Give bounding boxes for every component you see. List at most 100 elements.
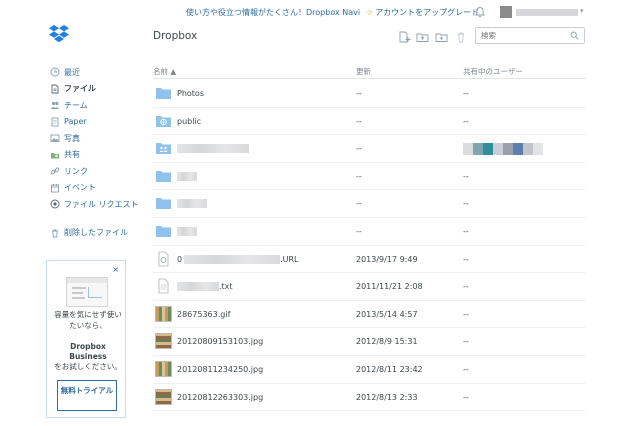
folder-icon (156, 198, 171, 210)
table-row[interactable]: -- -- (153, 163, 586, 191)
sidebar-item-label: リンク (64, 166, 88, 176)
sidebar-item-label: 最近 (64, 67, 80, 77)
file-modified: -- (356, 171, 362, 181)
table-row[interactable]: 20120811234250.jpg 2012/8/11 23:42 -- (153, 356, 586, 384)
upgrade-account-label: アカウントをアップグレード (375, 8, 480, 17)
file-name-redacted[interactable] (177, 226, 197, 236)
delete-icon[interactable] (454, 31, 468, 43)
table-row[interactable]: -- -- (153, 190, 586, 218)
file-name-redacted[interactable] (177, 171, 197, 181)
image-thumbnail-icon (155, 333, 172, 350)
sidebar-item-label: Paper (64, 117, 87, 127)
file-modified: -- (356, 226, 362, 236)
public-folder-icon (156, 115, 171, 127)
table-row[interactable]: public -- -- (153, 108, 586, 136)
image-thumbnail-icon (155, 388, 172, 405)
file-name[interactable]: 28675363.gif (177, 310, 230, 319)
sidebar-item-file-requests[interactable]: ファイル リクエスト (50, 196, 139, 213)
search-box[interactable] (475, 27, 585, 44)
paper-icon (51, 117, 59, 127)
promo-message: 容量を気にせず使いたいなら、 (54, 310, 122, 330)
file-modified: 2013/5/14 4:57 (356, 309, 418, 319)
top-bar: 使い方や役立つ情報がたくさん！Dropbox Navi ☆ アカウントをアップグレ… (0, 0, 640, 26)
table-row[interactable]: -- -- (153, 218, 586, 246)
sidebar-item-deleted-files[interactable]: 削除したファイル (50, 225, 130, 242)
account-name-redacted[interactable] (516, 9, 578, 16)
table-row[interactable]: 20120809153103.jpg 2012/8/9 15:31 -- (153, 328, 586, 356)
file-modified: -- (356, 116, 362, 126)
file-name-redacted[interactable]: .txt (177, 282, 233, 292)
folder-icon (156, 225, 171, 237)
upload-folder-icon[interactable] (416, 31, 430, 43)
file-shared: -- (463, 226, 469, 236)
file-modified: 2011/11/21 2:08 (356, 282, 423, 292)
search-input[interactable] (476, 28, 566, 43)
file-shared: -- (463, 171, 469, 181)
toolbar (397, 31, 468, 43)
sidebar-item-label: 共有 (64, 150, 80, 160)
sidebar-item-recent[interactable]: 最近 (50, 64, 130, 81)
team-icon (50, 102, 60, 110)
file-name-redacted[interactable] (177, 144, 249, 154)
folder-icon (156, 170, 171, 182)
close-icon[interactable]: × (112, 265, 119, 274)
file-shared: -- (463, 89, 469, 98)
sidebar-item-team[interactable]: チーム (50, 97, 130, 114)
sidebar-item-sharing[interactable]: 共有 (50, 147, 130, 164)
table-row[interactable]: 0 .URL 2013/9/17 9:49 -- (153, 246, 586, 274)
file-name: .txt (219, 282, 233, 292)
file-shared: -- (463, 282, 469, 292)
bell-icon[interactable] (474, 6, 486, 18)
table-row[interactable]: 20120812263303.jpg 2012/8/13 2:33 -- (153, 384, 586, 412)
dropbox-logo-icon[interactable] (48, 24, 70, 44)
file-name-prefix: 0 (177, 254, 183, 264)
dropbox-navi-link[interactable]: 使い方や役立つ情報がたくさん！Dropbox Navi (186, 7, 360, 18)
column-header-modified[interactable]: 更新 (356, 66, 371, 77)
clock-icon (50, 67, 60, 77)
sidebar-item-links[interactable]: リンク (50, 163, 130, 180)
promo-business-name: Dropbox Business (69, 342, 107, 361)
sidebar-item-files[interactable]: ファイル (50, 81, 130, 98)
table-header: 名前 ▲ 更新 共有中のユーザー (153, 65, 586, 79)
chevron-down-icon[interactable]: ▾ (580, 7, 584, 15)
folder-icon (156, 88, 171, 99)
file-modified: -- (356, 199, 362, 209)
table-row[interactable]: -- (153, 135, 586, 163)
file-name: .URL (280, 254, 299, 264)
sidebar-item-paper[interactable]: Paper (50, 114, 130, 131)
url-file-icon (158, 251, 169, 266)
file-list: Photos -- -- public -- -- -- -- -- -- --… (153, 80, 586, 412)
free-trial-button[interactable]: 無料トライアル (57, 380, 117, 411)
table-row[interactable]: .txt 2011/11/21 2:08 -- (153, 273, 586, 301)
photo-icon (50, 134, 60, 143)
file-shared: -- (463, 364, 469, 374)
search-icon[interactable] (570, 31, 579, 40)
file-shared: -- (463, 309, 469, 319)
sidebar-item-label: 写真 (64, 133, 80, 143)
file-name[interactable]: 20120812263303.jpg (177, 393, 263, 402)
upload-file-icon[interactable] (397, 31, 411, 43)
file-name-redacted[interactable] (177, 199, 207, 209)
upgrade-account-link[interactable]: ☆ アカウントをアップグレード (366, 7, 479, 18)
sidebar-item-label: 削除したファイル (64, 228, 128, 238)
sidebar-item-events[interactable]: イベント (50, 180, 130, 197)
star-icon: ☆ (366, 8, 374, 17)
table-row[interactable]: Photos -- -- (153, 80, 586, 108)
file-name[interactable]: Photos (177, 89, 204, 98)
column-header-shared[interactable]: 共有中のユーザー (463, 66, 523, 77)
file-modified: -- (356, 89, 362, 98)
file-name[interactable]: public (177, 117, 201, 126)
file-modified: 2012/8/13 2:33 (356, 392, 418, 402)
file-name[interactable]: 20120809153103.jpg (177, 337, 263, 346)
table-row[interactable]: 28675363.gif 2013/5/14 4:57 -- (153, 301, 586, 329)
file-request-icon (50, 199, 60, 209)
file-name-redacted[interactable]: 0 .URL (177, 254, 299, 264)
file-name[interactable]: 20120811234250.jpg (177, 365, 263, 374)
avatar[interactable] (500, 6, 512, 18)
column-header-name[interactable]: 名前 ▲ (153, 66, 176, 77)
file-modified: -- (356, 144, 362, 154)
sidebar-item-label: ファイル リクエスト (64, 199, 139, 209)
sidebar-item-photos[interactable]: 写真 (50, 130, 130, 147)
new-folder-icon[interactable] (435, 31, 449, 43)
sidebar-item-label: イベント (64, 183, 96, 193)
